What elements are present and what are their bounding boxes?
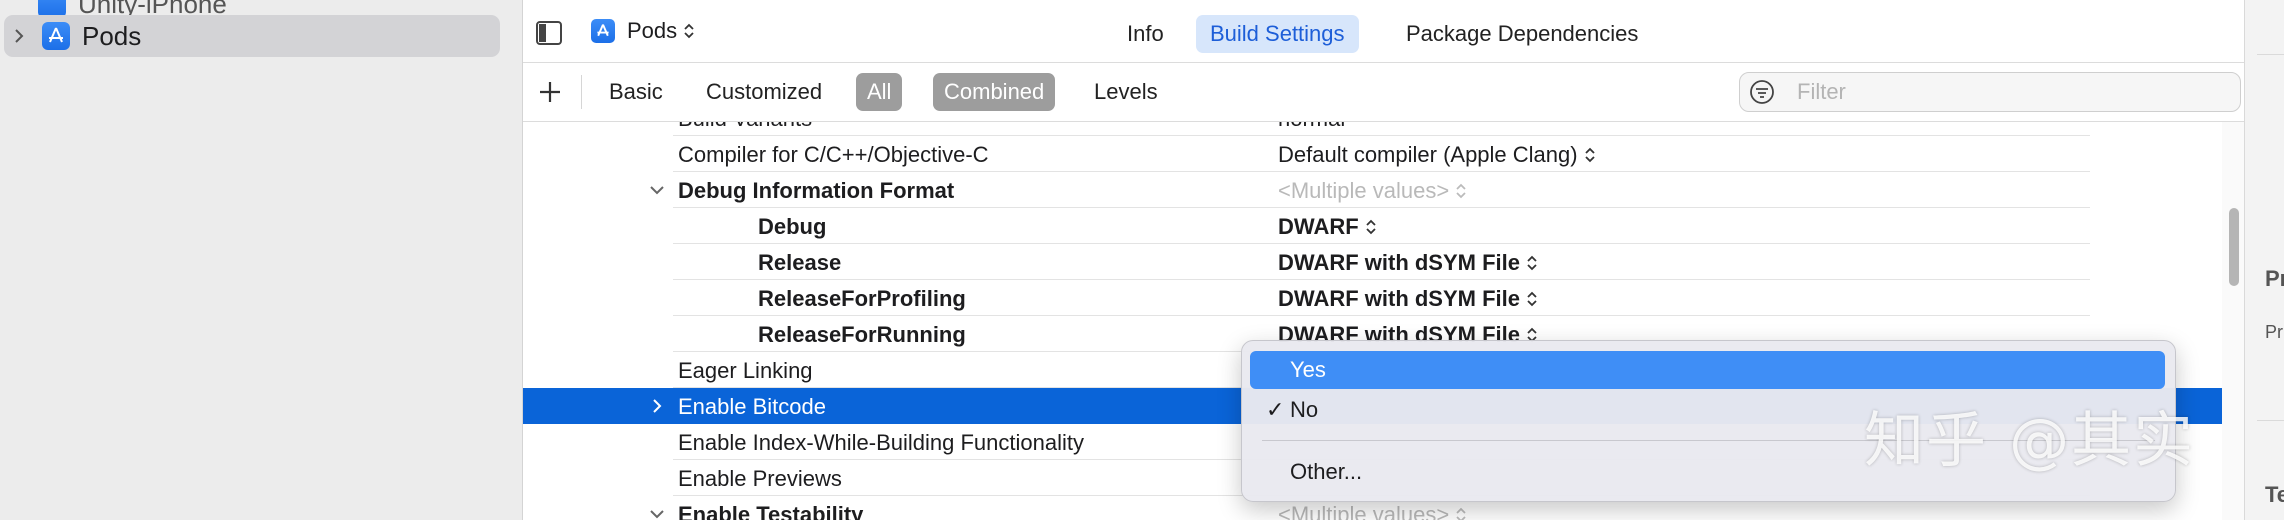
setting-name: ReleaseForProfiling [758, 286, 966, 311]
scrollbar-track[interactable] [2222, 122, 2244, 520]
up-down-chevron-icon [1584, 147, 1595, 163]
inspector-heading: Pr [2265, 266, 2284, 291]
tab-package-dependencies[interactable]: Package Dependencies [1392, 15, 1652, 53]
chevron-right-icon[interactable] [8, 0, 22, 11]
menu-item-yes[interactable]: Yes [1250, 351, 2165, 389]
app-icon [591, 19, 615, 43]
setting-value-text: DWARF with dSYM File [1278, 286, 1520, 311]
inspector-label: Pr [2265, 322, 2283, 342]
target-name: Pods [627, 18, 678, 43]
divider [2257, 54, 2284, 55]
menu-item-label: Other... [1290, 459, 1363, 484]
watermark: 知乎 @其实 [1864, 406, 2196, 476]
setting-value[interactable]: DWARF [1278, 214, 1377, 240]
filter-input[interactable]: Filter [1739, 72, 2241, 112]
setting-value[interactable]: <Multiple values> [1278, 502, 1467, 520]
tab-build-settings[interactable]: Build Settings [1196, 15, 1359, 53]
tab-info[interactable]: Info [1113, 15, 1178, 53]
chevron-down-icon[interactable] [649, 506, 665, 520]
filter-icon [1750, 80, 1774, 104]
up-down-chevron-icon [1527, 255, 1537, 271]
segment-customized[interactable]: Customized [695, 73, 833, 111]
setting-value: normal [1278, 122, 1345, 132]
segment-all[interactable]: All [856, 73, 903, 111]
setting-name: Eager Linking [678, 358, 813, 383]
segment-combined[interactable]: Combined [933, 73, 1056, 111]
settings-filter-bar: Basic Customized All Combined Levels Fil… [523, 63, 2244, 122]
up-down-chevron-icon [684, 23, 694, 39]
setting-value[interactable]: <Multiple values> [1278, 178, 1467, 204]
navigator-item-pods[interactable]: Pods [4, 15, 500, 57]
setting-value-text: DWARF with dSYM File [1278, 250, 1520, 275]
up-down-chevron-icon [1456, 183, 1466, 199]
setting-row-release[interactable]: Release DWARF with dSYM File [523, 244, 2244, 280]
sidebar-toggle-icon[interactable] [536, 21, 562, 45]
setting-name: Build Variants [678, 122, 812, 132]
navigator-item-label: Pods [82, 20, 142, 51]
setting-value[interactable]: DWARF with dSYM File [1278, 286, 1538, 312]
segment-levels[interactable]: Levels [1083, 73, 1169, 111]
menu-item-label: No [1290, 397, 1319, 422]
app-icon [42, 22, 70, 50]
scrollbar-thumb[interactable] [2229, 208, 2239, 286]
inspector-heading: Te [2265, 482, 2284, 507]
target-selector[interactable]: Pods [591, 16, 695, 46]
checkmark-icon: ✓ [1266, 397, 1285, 422]
filter-placeholder: Filter [1797, 79, 1846, 104]
chevron-right-icon[interactable] [649, 398, 665, 414]
segment-basic[interactable]: Basic [598, 73, 674, 111]
setting-row-compiler[interactable]: Compiler for C/C++/Objective-C Default c… [523, 136, 2244, 172]
setting-value-text: DWARF [1278, 214, 1359, 239]
divider [581, 75, 582, 109]
setting-row-debug[interactable]: Debug DWARF [523, 208, 2244, 244]
setting-name: Debug Information Format [678, 178, 955, 203]
up-down-chevron-icon [1456, 507, 1466, 520]
setting-row-release-for-profiling[interactable]: ReleaseForProfiling DWARF with dSYM File [523, 280, 2244, 316]
setting-name: ReleaseForRunning [758, 322, 966, 347]
chevron-right-icon[interactable] [12, 29, 26, 43]
chevron-down-icon[interactable] [649, 182, 665, 198]
setting-name: Enable Previews [678, 466, 842, 491]
setting-name: Enable Testability [678, 502, 864, 520]
add-icon[interactable] [535, 77, 565, 107]
setting-value[interactable]: DWARF with dSYM File [1278, 250, 1538, 276]
project-navigator: Unity-iPhone Pods [0, 0, 523, 520]
setting-name: Compiler for C/C++/Objective-C [678, 142, 989, 167]
setting-name: Debug [758, 214, 827, 239]
setting-row[interactable]: Build Variants normal [523, 122, 2244, 136]
setting-name: Enable Bitcode [678, 394, 826, 419]
setting-name: Enable Index-While-Building Functionalit… [678, 430, 1084, 455]
up-down-chevron-icon [1527, 291, 1537, 307]
setting-value-text: <Multiple values> [1278, 502, 1450, 520]
setting-value-text: <Multiple values> [1278, 178, 1450, 203]
up-down-chevron-icon [1366, 219, 1376, 235]
setting-name: Release [758, 250, 842, 275]
setting-row-debug-information-format[interactable]: Debug Information Format <Multiple value… [523, 172, 2244, 208]
divider [2257, 420, 2284, 421]
setting-value-text: Default compiler (Apple Clang) [1278, 142, 1578, 167]
editor-header: Pods Info Build Settings Package Depende… [523, 0, 2244, 63]
setting-value[interactable]: Default compiler (Apple Clang) [1278, 142, 1596, 168]
inspector-panel: Pr Pr Te [2244, 0, 2284, 520]
menu-item-label: Yes [1290, 357, 1326, 382]
